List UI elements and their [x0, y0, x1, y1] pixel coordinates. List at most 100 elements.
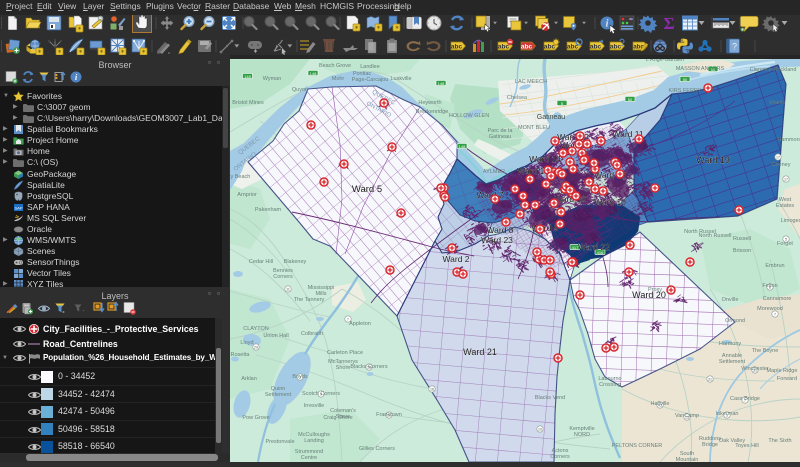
- svg-text:Luskville: Luskville: [390, 76, 411, 82]
- svg-text:Mountain: Mountain: [676, 457, 699, 462]
- svg-text:Irresville: Irresville: [304, 403, 324, 409]
- svg-text:Morewood: Morewood: [757, 306, 783, 312]
- svg-text:Settlement: Settlement: [265, 392, 292, 398]
- svg-text:The Tannery: The Tannery: [294, 297, 325, 303]
- svg-text:Mohr: Mohr: [332, 76, 345, 82]
- svg-text:Bridge: Bridge: [702, 442, 718, 448]
- svg-text:148: 148: [459, 144, 466, 149]
- svg-text:CLAYTON: CLAYTON: [243, 326, 268, 332]
- svg-text:Cass Bridge: Cass Bridge: [730, 396, 760, 402]
- svg-text:L'Ange-Gardien: L'Ange-Gardien: [646, 59, 684, 63]
- svg-text:Colbraith: Colbraith: [301, 331, 323, 337]
- svg-text:Union Hall: Union Hall: [263, 333, 288, 339]
- svg-text:11: 11: [286, 288, 290, 292]
- svg-text:MONT BLEU: MONT BLEU: [518, 125, 550, 131]
- svg-text:Gatineau: Gatineau: [537, 114, 566, 121]
- svg-text:Gatineau: Gatineau: [489, 134, 511, 140]
- svg-text:Quyon: Quyon: [292, 87, 308, 93]
- svg-text:31: 31: [708, 378, 712, 382]
- svg-text:MASSON ANGERS: MASSON ANGERS: [676, 66, 725, 72]
- svg-text:Onville: Onville: [722, 297, 739, 303]
- svg-text:Russell: Russell: [733, 236, 751, 242]
- svg-text:LAC MEECH: LAC MEECH: [515, 79, 547, 85]
- svg-text:50: 50: [683, 77, 688, 82]
- svg-text:Crossing: Crossing: [599, 382, 621, 388]
- svg-text:Breckenridge: Breckenridge: [416, 109, 448, 115]
- svg-text:Prestonvale: Prestonvale: [265, 439, 294, 445]
- svg-text:Corners: Corners: [550, 454, 570, 460]
- svg-text:7: 7: [774, 313, 776, 317]
- svg-text:?: ?: [732, 42, 737, 52]
- svg-text:VanCamp: VanCamp: [675, 413, 699, 419]
- svg-text:148: 148: [244, 74, 251, 79]
- svg-text:Estates: Estates: [776, 203, 795, 209]
- svg-text:The Boyne: The Boyne: [752, 348, 779, 354]
- svg-text:Σ: Σ: [663, 15, 674, 33]
- svg-text:abc: abc: [590, 44, 602, 51]
- svg-text:The Sixth: The Sixth: [768, 438, 791, 444]
- svg-text:Landlee: Landlee: [360, 64, 380, 70]
- svg-text:NORD: NORD: [574, 432, 590, 438]
- svg-text:Limoges: Limoges: [781, 218, 800, 224]
- svg-text:Ormond: Ormond: [725, 318, 745, 324]
- svg-text:29: 29: [254, 346, 258, 350]
- svg-text:Ward 19: Ward 19: [696, 155, 730, 165]
- svg-text:Lloyd: Lloyd: [240, 340, 253, 346]
- svg-text:AYLMER: AYLMER: [483, 169, 505, 175]
- svg-text:Beach Grove: Beach Grove: [319, 63, 351, 69]
- svg-text:Centre: Centre: [301, 455, 318, 461]
- svg-text:abc: abc: [498, 44, 510, 51]
- svg-text:Clarence-Rockland: Clarence-Rockland: [750, 67, 797, 73]
- svg-text:148: 148: [438, 81, 445, 86]
- svg-text:i: i: [606, 19, 609, 30]
- svg-text:✶: ✶: [376, 25, 381, 32]
- svg-text:Vinelle: Vinelle: [769, 100, 785, 106]
- svg-text:Heyworth: Heyworth: [418, 100, 441, 106]
- svg-text:Shore: Shore: [336, 365, 351, 371]
- svg-text:Ward 2: Ward 2: [442, 254, 469, 264]
- svg-text:Chelsea: Chelsea: [507, 95, 528, 101]
- svg-text:PELTONS CORNER: PELTONS CORNER: [612, 443, 663, 449]
- svg-text:Page-Carcajou: Page-Carcajou: [352, 77, 389, 83]
- svg-text:abc: abc: [610, 44, 622, 51]
- svg-text:Felton: Felton: [762, 283, 777, 289]
- svg-text:abc: abc: [521, 44, 533, 51]
- svg-text:Cheney: Cheney: [772, 162, 791, 168]
- svg-text:Blakeney: Blakeney: [284, 259, 307, 265]
- svg-text:17: 17: [776, 156, 780, 160]
- svg-text:Carleton Place: Carleton Place: [327, 350, 363, 356]
- svg-text:Inkerman: Inkerman: [716, 411, 739, 417]
- svg-text:Embrun: Embrun: [765, 263, 784, 269]
- svg-text:Ward 5: Ward 5: [352, 184, 382, 195]
- svg-text:Arklan: Arklan: [241, 376, 257, 382]
- svg-text:Pakenham: Pakenham: [255, 207, 282, 213]
- svg-text:Harmony: Harmony: [719, 341, 742, 347]
- svg-text:Ward 22: Ward 22: [578, 242, 610, 252]
- svg-text:abc: abc: [451, 44, 463, 51]
- svg-text:Brisson: Brisson: [733, 248, 751, 254]
- svg-text:Ward 23: Ward 23: [481, 235, 513, 245]
- svg-text:Ward 14: Ward 14: [529, 154, 561, 164]
- svg-text:✶: ✶: [394, 25, 399, 32]
- svg-text:Forget: Forget: [777, 241, 793, 247]
- svg-text:Ward 20: Ward 20: [632, 290, 666, 300]
- svg-text:Bristol Mines: Bristol Mines: [232, 100, 264, 106]
- svg-text:16: 16: [430, 388, 434, 392]
- svg-text:17: 17: [784, 178, 788, 182]
- svg-text:Sandy Beach: Sandy Beach: [230, 174, 250, 180]
- svg-text:148: 148: [310, 71, 317, 76]
- svg-text:Wyman: Wyman: [263, 76, 282, 82]
- svg-text:Hallville: Hallville: [651, 401, 670, 407]
- svg-text:10: 10: [538, 428, 542, 432]
- svg-text:✶: ✶: [354, 25, 359, 32]
- svg-text:North Russel: North Russel: [684, 229, 716, 235]
- svg-text:Craig Shore: Craig Shore: [323, 415, 352, 421]
- svg-text:Appleton: Appleton: [349, 321, 371, 327]
- svg-text:KIRS FERRY: KIRS FERRY: [669, 88, 702, 94]
- svg-text:50: 50: [628, 97, 633, 102]
- svg-text:Ward 10: Ward 10: [594, 197, 626, 207]
- svg-text:✶: ✶: [77, 26, 82, 33]
- svg-text:Ward 21: Ward 21: [463, 347, 497, 357]
- svg-text:Scotch Corners: Scotch Corners: [302, 391, 340, 397]
- svg-text:Landing: Landing: [304, 438, 324, 444]
